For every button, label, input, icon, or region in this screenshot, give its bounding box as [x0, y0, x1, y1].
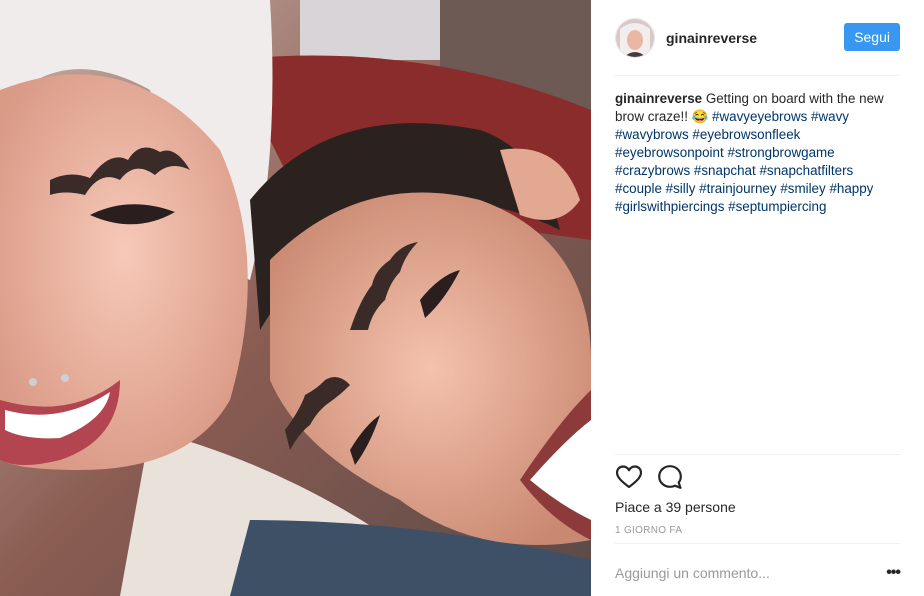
hashtag-link[interactable]: #happy: [829, 181, 873, 196]
comment-divider: [615, 543, 900, 544]
hashtag-link[interactable]: #snapchat: [694, 163, 756, 178]
comment-button[interactable]: [656, 464, 684, 490]
hashtag-link[interactable]: #strongbrowgame: [727, 145, 834, 160]
hashtag-link[interactable]: #silly: [666, 181, 696, 196]
comment-box: •••: [615, 560, 901, 586]
follow-button[interactable]: Segui: [844, 23, 900, 51]
more-options-icon[interactable]: •••: [882, 564, 901, 582]
hashtag-link[interactable]: #wavyeyebrows: [712, 109, 807, 124]
comment-bubble-icon: [658, 465, 682, 489]
username-link[interactable]: ginainreverse: [666, 30, 757, 46]
post-photo[interactable]: [0, 0, 591, 596]
comment-input[interactable]: [615, 565, 882, 581]
header-divider: [615, 75, 900, 76]
hashtag-link[interactable]: #wavy: [811, 109, 849, 124]
hashtag-link[interactable]: #snapchatfilters: [759, 163, 853, 178]
hashtag-link[interactable]: #couple: [615, 181, 662, 196]
caption-username-link[interactable]: ginainreverse: [615, 91, 702, 106]
avatar[interactable]: [615, 18, 655, 58]
likes-count[interactable]: Piace a 39 persone: [615, 499, 736, 515]
hashtag-link[interactable]: #septumpiercing: [728, 199, 826, 214]
hashtag-list: #wavyeyebrows #wavy #wavybrows #eyebrows…: [615, 109, 873, 214]
hashtag-link[interactable]: #crazybrows: [615, 163, 690, 178]
hashtag-link[interactable]: #girlswithpiercings: [615, 199, 724, 214]
selfie-image: [0, 0, 591, 596]
post-header: ginainreverse Segui: [615, 14, 900, 62]
post-timestamp[interactable]: 1 GIORNO FA: [615, 525, 682, 536]
hashtag-link[interactable]: #eyebrowsonpoint: [615, 145, 724, 160]
actions-divider: [615, 454, 900, 455]
hashtag-link[interactable]: #eyebrowsonfleek: [692, 127, 800, 142]
avatar-image: [616, 19, 654, 57]
post-sidebar: ginainreverse Segui ginainreverse Gettin…: [591, 0, 924, 596]
hashtag-link[interactable]: #smiley: [780, 181, 825, 196]
hashtag-link[interactable]: #wavybrows: [615, 127, 689, 142]
post-caption: ginainreverse Getting on board with the …: [615, 90, 900, 216]
instagram-post: ginainreverse Segui ginainreverse Gettin…: [0, 0, 924, 596]
hashtag-link[interactable]: #trainjourney: [699, 181, 776, 196]
heart-icon: [616, 465, 642, 489]
post-actions: [615, 464, 697, 490]
like-button[interactable]: [615, 464, 643, 490]
